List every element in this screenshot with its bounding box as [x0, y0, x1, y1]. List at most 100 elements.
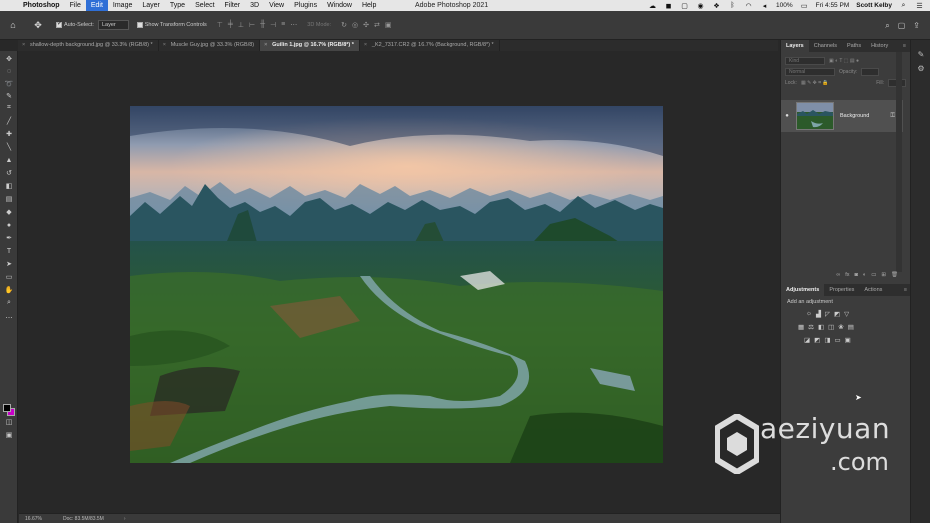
menu-select[interactable]: Select [190, 0, 219, 11]
pen-tool-icon[interactable]: ✒ [3, 233, 15, 243]
brightness-icon[interactable]: ☼ [806, 310, 812, 317]
gradient-tool-icon[interactable]: ▤ [3, 194, 15, 204]
blur-tool-icon[interactable]: ◆ [3, 207, 15, 217]
menu-layer[interactable]: Layer [137, 0, 165, 11]
align-top-icon[interactable]: ⊤ [217, 21, 223, 29]
curves-icon[interactable]: ◸ [825, 310, 830, 318]
lock-icons[interactable]: ▦ ✎ ✥ ⌗ 🔒 [801, 80, 829, 86]
close-icon[interactable]: × [22, 40, 25, 51]
lasso-tool-icon[interactable]: ➰ [3, 79, 15, 89]
quick-select-tool-icon[interactable]: ✎ [3, 91, 15, 101]
brush-settings-icon[interactable]: ✎ [916, 50, 926, 60]
filter-icons[interactable]: ▣ ◐ T ⬚ ▤ ● [829, 58, 859, 64]
history-brush-icon[interactable]: ↺ [3, 168, 15, 178]
menu-type[interactable]: Type [165, 0, 190, 11]
color-lookup-icon[interactable]: ▤ [848, 323, 854, 331]
battery-icon[interactable]: ▭ [800, 2, 809, 10]
vibrance-icon[interactable]: ▽ [844, 310, 849, 318]
app-status-icon[interactable]: ◼ [664, 2, 673, 10]
tab-document-active[interactable]: × Guilin 1.jpg @ 16.7% (RGB/8*) * [260, 40, 360, 51]
screen-mode-icon[interactable]: ▣ [3, 430, 15, 440]
tab-channels[interactable]: Channels [809, 40, 842, 52]
menu-help[interactable]: Help [357, 0, 381, 11]
eyedropper-tool-icon[interactable]: ╱ [3, 116, 15, 126]
mask-icon[interactable]: ◙ [855, 272, 858, 278]
layer-row-background[interactable]: ● Background ⚿ [781, 100, 903, 132]
link-icon[interactable]: ∞ [836, 272, 840, 278]
close-icon[interactable]: × [163, 40, 166, 51]
3d-pan-icon[interactable]: ✣ [363, 21, 369, 29]
align-left-icon[interactable]: ⊢ [249, 21, 255, 29]
fx-icon[interactable]: fx [845, 272, 849, 278]
search-icon[interactable]: ⌕ [885, 21, 889, 31]
tab-document[interactable]: × Muscle Guy.jpg @ 33.3% (RGB/8) [159, 40, 261, 51]
quick-mask-icon[interactable]: ◫ [3, 417, 15, 427]
menu-filter[interactable]: Filter [220, 0, 246, 11]
move-tool-icon[interactable]: ✥ [3, 54, 15, 64]
auto-select-checkbox[interactable]: Auto-Select: [56, 20, 94, 28]
hue-saturation-icon[interactable]: ▦ [798, 323, 804, 331]
black-white-icon[interactable]: ◧ [818, 323, 824, 331]
photo-filter-icon[interactable]: ◫ [828, 323, 834, 331]
align-right-icon[interactable]: ⊣ [270, 21, 276, 29]
clock[interactable]: Fri 4:55 PM [816, 2, 850, 9]
foreground-color-swatch[interactable] [3, 404, 11, 412]
workspace-icon[interactable]: ▢ [898, 21, 906, 30]
kind-filter[interactable]: Kind [785, 56, 825, 65]
threshold-icon[interactable]: ◨ [824, 336, 830, 344]
path-select-icon[interactable]: ➤ [3, 259, 15, 269]
menu-window[interactable]: Window [322, 0, 357, 11]
menu-plugins[interactable]: Plugins [289, 0, 322, 11]
eraser-tool-icon[interactable]: ◧ [3, 181, 15, 191]
align-middle-icon[interactable]: ╪ [228, 21, 233, 29]
layer-name[interactable]: Background [840, 113, 869, 119]
screenshot-icon[interactable]: ▢ [680, 2, 689, 10]
tab-paths[interactable]: Paths [842, 40, 866, 52]
doc-size[interactable]: Doc: 83.5M/83.5M [59, 516, 104, 522]
levels-icon[interactable]: ▟ [816, 310, 821, 318]
close-icon[interactable]: × [364, 40, 367, 51]
spotlight-icon[interactable]: ⌕ [899, 2, 908, 9]
zoom-level[interactable]: 16.67% [19, 516, 59, 522]
close-icon[interactable]: × [264, 40, 267, 51]
dropbox-icon[interactable]: ❖ [712, 2, 721, 10]
exposure-icon[interactable]: ◩ [834, 310, 840, 318]
new-layer-icon[interactable]: ⊞ [881, 272, 886, 278]
align-center-icon[interactable]: ╫ [260, 21, 265, 29]
group-icon[interactable]: ▭ [871, 272, 876, 278]
color-balance-icon[interactable]: ⚖ [808, 323, 814, 331]
tab-layers[interactable]: Layers [781, 40, 809, 52]
wifi-icon[interactable]: ◠ [744, 2, 753, 10]
crop-tool-icon[interactable]: ⌗ [3, 103, 15, 113]
3d-scale-icon[interactable]: ▣ [385, 21, 392, 29]
selective-color-icon[interactable]: ▣ [845, 336, 851, 344]
marquee-tool-icon[interactable]: ◌ [3, 66, 15, 76]
3d-rotate-icon[interactable]: ↻ [341, 21, 347, 29]
dodge-tool-icon[interactable]: ● [3, 220, 15, 230]
distribute-icon[interactable]: ≡ [281, 21, 285, 29]
menu-edit[interactable]: Edit [85, 0, 108, 11]
clone-stamp-icon[interactable]: ▲ [3, 155, 15, 165]
adjustment-layer-icon[interactable]: ◐ [863, 272, 866, 278]
auto-select-dropdown[interactable]: Layer [97, 20, 129, 30]
tab-properties[interactable]: Properties [824, 284, 859, 296]
panel-menu-icon[interactable]: ≡ [903, 40, 910, 52]
rectangle-tool-icon[interactable]: ▭ [3, 272, 15, 282]
menu-view[interactable]: View [264, 0, 289, 11]
tab-document[interactable]: × _K2_7317.CR2 @ 16.7% (Background, RGB/… [360, 40, 500, 51]
gradient-map-icon[interactable]: ▭ [834, 336, 840, 344]
opacity-field[interactable] [861, 67, 880, 76]
menu-image[interactable]: Image [108, 0, 137, 11]
hand-tool-icon[interactable]: ✋ [3, 285, 15, 295]
canvas-area[interactable] [19, 51, 780, 513]
move-tool-icon[interactable]: ✥ [28, 20, 48, 31]
visibility-eye-icon[interactable]: ● [781, 113, 793, 119]
edit-toolbar-icon[interactable]: ⋯ [3, 313, 15, 323]
more-options-icon[interactable]: ⋯ [290, 21, 297, 29]
3d-slide-icon[interactable]: ⇄ [374, 21, 380, 29]
zoom-tool-icon[interactable]: ⌕ [3, 298, 15, 308]
bluetooth-icon[interactable]: ᛒ [728, 2, 737, 9]
align-bottom-icon[interactable]: ⊥ [238, 21, 244, 29]
user-name[interactable]: Scott Kelby [856, 2, 892, 9]
volume-icon[interactable]: ◂ [760, 2, 769, 10]
